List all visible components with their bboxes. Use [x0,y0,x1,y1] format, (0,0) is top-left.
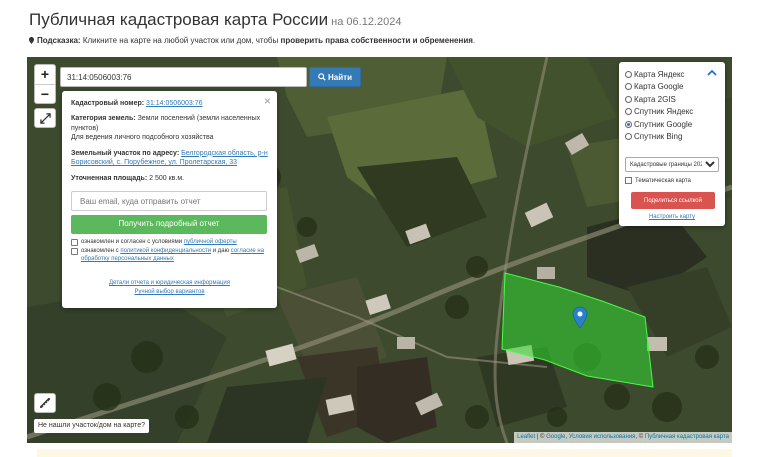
page-date: на 06.12.2024 [331,16,402,28]
radio-button[interactable] [625,108,632,116]
land-category-row: Категория земель: Земли поселений (земли… [71,114,268,142]
get-report-button[interactable]: Получить подробный отчет [71,215,267,235]
google-link[interactable]: Google [546,434,565,440]
privacy-policy-link[interactable]: политикой конфиденциальности [120,248,211,254]
layer-option[interactable]: Карта Google [625,81,719,94]
not-found-button[interactable]: Не нашли участок/дом на карте? [34,419,149,433]
layer-option-label: Спутник Яндекс [634,107,694,117]
offer-link[interactable]: публичной оферты [184,239,237,245]
area-row: Уточненная площадь: 2 500 кв.м. [71,174,268,183]
layer-option[interactable]: Спутник Яндекс [625,106,719,119]
cadastral-number-label: Кадастровый номер: [71,100,145,107]
parcel-info-panel: × Кадастровый номер: 31:14:0506003:76 Ка… [62,91,277,308]
radio-button[interactable] [625,70,632,78]
terms-link[interactable]: Условия использования [569,434,636,440]
zoom-control: + − [34,64,56,104]
email-field[interactable] [71,191,267,212]
hint-prefix: Подсказка: [37,36,81,45]
zoom-out-button[interactable]: − [35,84,55,103]
privacy-text: ознакомлен с политикой конфиденциальност… [81,247,268,263]
manual-selection-link[interactable]: Ручной выбор вариантов [134,289,204,295]
notice-strip [37,449,732,457]
thematic-map-toggle[interactable]: Тематическая карта [625,177,719,184]
layer-option-label: Спутник Bing [634,132,683,142]
ruler-icon [39,397,51,409]
close-icon[interactable]: × [264,93,271,109]
page-title-text: Публичная кадастровая карта России [29,10,329,29]
map-view[interactable]: + − Найти × Кадастровый номер: 31:14:050… [27,57,732,443]
attribution-sep: | © [535,434,547,440]
radio-button[interactable] [625,95,632,103]
land-category-label: Категория земель: [71,115,136,123]
cadastral-number-link[interactable]: 31:14:0506003:76 [146,100,202,107]
search-button[interactable]: Найти [309,67,361,87]
measure-button[interactable] [34,393,56,413]
offer-agreement[interactable]: ознакомлен и согласен с условиями публич… [71,238,268,247]
thematic-label: Тематическая карта [635,177,691,184]
layer-option-label: Спутник Google [634,119,693,129]
privacy-label: ознакомлен с [81,248,119,255]
panel-links: Детали отчета и юридическая информация Р… [71,279,268,297]
layer-option-label: Карта Яндекс [634,69,685,79]
leaflet-link[interactable]: Leaflet [517,434,535,440]
privacy-agreement[interactable]: ознакомлен с политикой конфиденциальност… [71,247,268,263]
pin-icon [29,37,34,44]
layer-option[interactable]: Карта Яндекс [625,68,719,81]
address-label: Земельный участок по адресу: [71,149,180,157]
hint-bold: проверить права собственности и обремене… [280,36,473,45]
layer-option[interactable]: Карта 2GIS [625,93,719,106]
magnifier-icon [318,73,326,81]
privacy-mid: и даю [212,248,230,255]
share-link-button[interactable]: Поделиться ссылкой [631,192,715,209]
layer-switcher: Карта Яндекс Карта Google Карта 2GIS Спу… [619,62,725,226]
layer-option-label: Карта 2GIS [634,94,676,104]
search-button-label: Найти [328,72,352,82]
thematic-checkbox[interactable] [625,177,632,184]
report-details-link[interactable]: Детали отчета и юридическая информация [109,280,230,286]
setup-map-link[interactable]: Настроить карту [625,214,719,220]
layer-options: Карта Яндекс Карта Google Карта 2GIS Спу… [625,68,719,143]
attribution-sep: , © [635,434,645,440]
hint-text: Кликните на карте на любой участок или д… [82,36,279,45]
radio-button[interactable] [625,133,632,141]
chevron-up-icon[interactable] [707,68,717,78]
pkk-link[interactable]: Публичная кадастровая карта [645,434,729,440]
cadastral-number-row: Кадастровый номер: 31:14:0506003:76 [71,99,268,108]
offer-text: ознакомлен и согласен с условиями публич… [81,238,237,246]
hint-line: Подсказка: Кликните на карте на любой уч… [29,36,475,45]
area-value: 2 500 кв.м. [149,174,185,182]
radio-button[interactable] [625,120,632,128]
address-row: Земельный участок по адресу: Белгородска… [71,149,268,168]
offer-label: ознакомлен и согласен с условиями [81,239,183,246]
hint-suffix: . [472,36,476,45]
layer-option[interactable]: Спутник Google [625,118,719,131]
zoom-in-button[interactable]: + [35,65,55,84]
cadastral-search-input[interactable] [60,67,307,87]
layer-option-label: Карта Google [634,82,684,92]
offer-checkbox[interactable] [71,239,78,247]
expand-icon [39,112,51,124]
radio-button[interactable] [625,83,632,91]
layer-option[interactable]: Спутник Bing [625,131,719,144]
page-title: Публичная кадастровая карта России на 06.… [29,10,401,30]
fullscreen-button[interactable] [34,108,56,128]
area-label: Уточненная площадь: [71,174,148,182]
boundaries-select[interactable]: Кадастровые границы 2024 [625,157,719,172]
map-attribution: Leaflet | © Google, Условия использовани… [514,432,732,443]
land-usage-value: Для ведения личного подсобного хозяйства [71,134,214,142]
privacy-checkbox[interactable] [71,248,78,256]
